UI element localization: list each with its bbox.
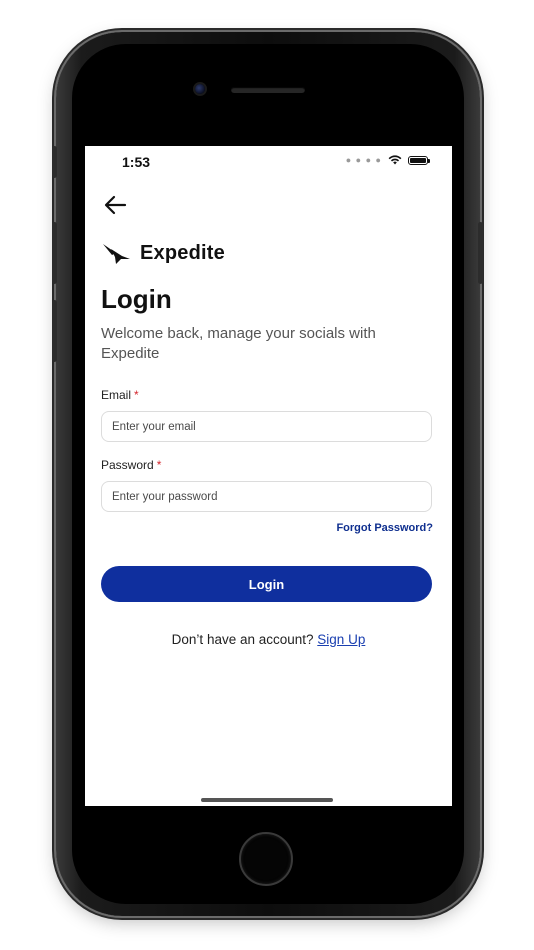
signup-prompt-text: Don’t have an account? [171,632,314,647]
home-indicator [201,798,333,802]
password-label-text: Password [101,458,154,472]
bird-logo-icon [103,243,130,264]
brand-name: Expedite [140,242,225,264]
earpiece-speaker [231,87,305,93]
login-button[interactable]: Login [101,566,432,602]
email-label-text: Email [101,388,132,402]
front-camera [195,84,205,94]
page-title: Login [101,284,172,314]
required-marker: * [156,458,162,472]
signup-prompt: Don’t have an account? Sign Up [85,632,452,647]
forgot-password-link[interactable]: Forgot Password? [336,522,433,534]
email-field[interactable] [101,411,432,442]
silent-switch [52,146,57,178]
brand: Expedite [102,242,225,265]
volume-up-button [52,222,57,284]
status-time: 1:53 [122,154,151,170]
email-label: Email * [101,388,139,402]
home-button[interactable] [239,832,293,886]
power-button [478,222,483,284]
password-field[interactable] [101,481,432,512]
wifi-icon [388,155,402,165]
back-button[interactable] [103,194,129,216]
status-icons: ● ● ● ● [345,155,430,165]
password-label: Password * [101,458,161,472]
volume-down-button [52,300,57,362]
page-subtitle: Welcome back, manage your socials with E… [101,325,376,362]
required-marker: * [134,388,139,402]
sign-up-link[interactable]: Sign Up [317,632,365,647]
battery-icon [408,155,430,165]
cellular-dots-icon: ● ● ● ● [345,155,382,165]
arrow-left-icon [104,195,127,215]
app-screen: 1:53 ● ● ● ● Expedite Login Welcome back… [85,146,452,806]
